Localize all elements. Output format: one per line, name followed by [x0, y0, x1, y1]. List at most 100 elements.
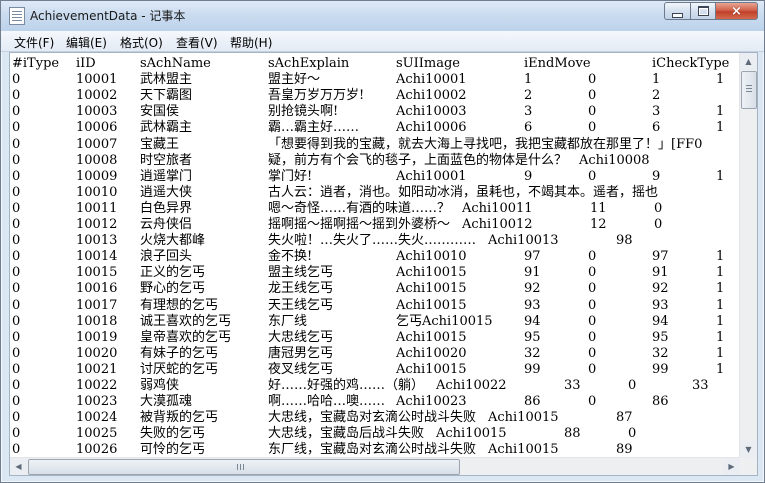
cell-type: 0: [12, 88, 21, 104]
cell-c2: 0: [588, 168, 597, 184]
horizontal-scrollbar[interactable]: ◀ ▶: [10, 457, 740, 475]
cell-name: 大漠孤魂: [140, 394, 193, 410]
column-header: sAchName: [140, 56, 211, 71]
cell-name: 白色异界: [140, 200, 193, 216]
vertical-scrollbar[interactable]: ▲ ▼: [739, 53, 757, 458]
close-button[interactable]: ×: [715, 2, 758, 20]
cell-c4: 1: [716, 265, 725, 281]
close-icon: ×: [731, 3, 742, 19]
cell-c3: 92: [652, 281, 669, 297]
cell-id: 10012: [76, 217, 118, 232]
cell-c1: 87: [616, 410, 633, 426]
menu-file[interactable]: 文件(F): [11, 33, 57, 52]
cell-id: 10001: [76, 72, 118, 88]
cell-c1: 9: [524, 168, 533, 184]
cell-explain: 夜叉线乞丐: [268, 361, 334, 377]
cell-c4: 1: [716, 120, 725, 136]
cell-c2: 0: [588, 72, 597, 88]
cell-c2: 0: [654, 217, 663, 232]
cell-c1: 3: [524, 104, 533, 120]
cell-explain: 大忠线，宝藏岛后战斗失败: [268, 426, 425, 442]
cell-id: 10023: [76, 394, 118, 410]
cell-c1: 88: [564, 426, 581, 442]
notepad-app-icon[interactable]: [9, 7, 25, 25]
cell-type: 0: [12, 120, 21, 136]
cell-c3: 3: [652, 104, 661, 120]
cell-c4: 1: [716, 313, 725, 329]
cell-c4: 1: [716, 249, 725, 265]
cell-explain: 唐冠男乞丐: [268, 345, 334, 361]
cell-c1: 33: [564, 378, 581, 393]
cell-c3: 97: [652, 249, 669, 265]
cell-c3: 33: [692, 378, 709, 393]
cell-image: Achi10015: [396, 297, 467, 313]
cell-image: Achi10023: [396, 394, 467, 410]
scroll-right-arrow-icon[interactable]: ▶: [723, 458, 740, 475]
cell-c1: 92: [524, 281, 541, 297]
cell-explain: 盟主好～: [268, 72, 321, 88]
cell-explain: 好……好强的鸡……（躺）: [268, 378, 425, 393]
cell-id: 10003: [76, 104, 118, 120]
cell-id: 10006: [76, 120, 118, 136]
cell-c3: 6: [652, 120, 661, 136]
text-editor[interactable]: #iType iID sAchName sAchExplain sUIImage iEnd…: [9, 52, 758, 476]
minimize-button[interactable]: [664, 2, 690, 20]
cell-c2: 0: [628, 426, 637, 442]
column-header: sUIImage: [396, 56, 460, 71]
cell-id: 10014: [76, 249, 118, 265]
vertical-scroll-thumb[interactable]: [741, 71, 757, 109]
cell-id: 10011: [76, 200, 118, 216]
menu-format[interactable]: 格式(O): [117, 33, 166, 52]
cell-type: 0: [12, 200, 21, 216]
cell-id: 10002: [76, 88, 118, 104]
cell-name: 有理想的乞丐: [140, 297, 219, 313]
cell-c1: 6: [524, 120, 533, 136]
cell-image: Achi10008: [579, 152, 650, 168]
cell-c4: 1: [716, 168, 725, 184]
cell-name: 可怜的乞丐: [140, 442, 206, 458]
menu-edit[interactable]: 编辑(E): [63, 33, 110, 52]
cell-id: 10026: [76, 442, 118, 458]
cell-c3: 95: [652, 329, 669, 345]
menu-help[interactable]: 帮助(H): [227, 33, 275, 52]
cell-name: 时空旅者: [140, 152, 193, 168]
cell-image: Achi10015: [488, 442, 559, 458]
cell-id: 10010: [76, 184, 118, 200]
title-bar[interactable]: AchievementData - 记事本 ×: [1, 1, 764, 31]
scroll-up-arrow-icon[interactable]: ▲: [740, 53, 757, 70]
cell-c2: 0: [588, 88, 597, 104]
cell-c4: 1: [716, 104, 725, 120]
cell-type: 0: [12, 233, 21, 249]
cell-c2: 0: [588, 329, 597, 345]
cell-type: 0: [12, 426, 21, 442]
cell-c3: 9: [652, 168, 661, 184]
cell-name: 武林盟主: [140, 72, 193, 88]
text-content[interactable]: #iType iID sAchName sAchExplain sUIImage iEnd…: [10, 53, 740, 458]
cell-image: Achi10006: [396, 120, 467, 136]
cell-c1: 99: [524, 361, 541, 377]
cell-explain: 疑，前方有个会飞的毯子，上面蓝色的物体是什么？: [268, 152, 568, 168]
column-header: sAchExplain: [268, 56, 350, 71]
cell-id: 10015: [76, 265, 118, 281]
cell-c1: 98: [616, 233, 633, 249]
maximize-button[interactable]: [690, 2, 715, 20]
scroll-left-arrow-icon[interactable]: ◀: [10, 458, 27, 475]
cell-image: Achi10022: [436, 378, 507, 393]
cell-explain: 摇啊摇～摇啊摇～摇到外婆桥～: [268, 217, 451, 232]
cell-name: 失败的乞丐: [140, 426, 206, 442]
cell-name: 诚王喜欢的乞丐: [140, 313, 232, 329]
cell-explain: 霸…霸主好……: [268, 120, 360, 136]
cell-c3: 86: [652, 394, 669, 410]
cell-name: 皇帝喜欢的乞丐: [140, 329, 232, 345]
scroll-down-arrow-icon[interactable]: ▼: [740, 441, 757, 458]
menu-view[interactable]: 查看(V): [173, 33, 221, 52]
cell-id: 10020: [76, 345, 118, 361]
cell-name: 浪子回头: [140, 249, 193, 265]
cell-type: 0: [12, 72, 21, 88]
cell-type: 0: [12, 217, 21, 232]
cell-c4: 1: [716, 297, 725, 313]
cell-c1: 93: [524, 297, 541, 313]
horizontal-scroll-thumb[interactable]: [28, 459, 460, 475]
cell-c3: 94: [652, 313, 669, 329]
cell-image: Achi10015: [396, 265, 467, 281]
